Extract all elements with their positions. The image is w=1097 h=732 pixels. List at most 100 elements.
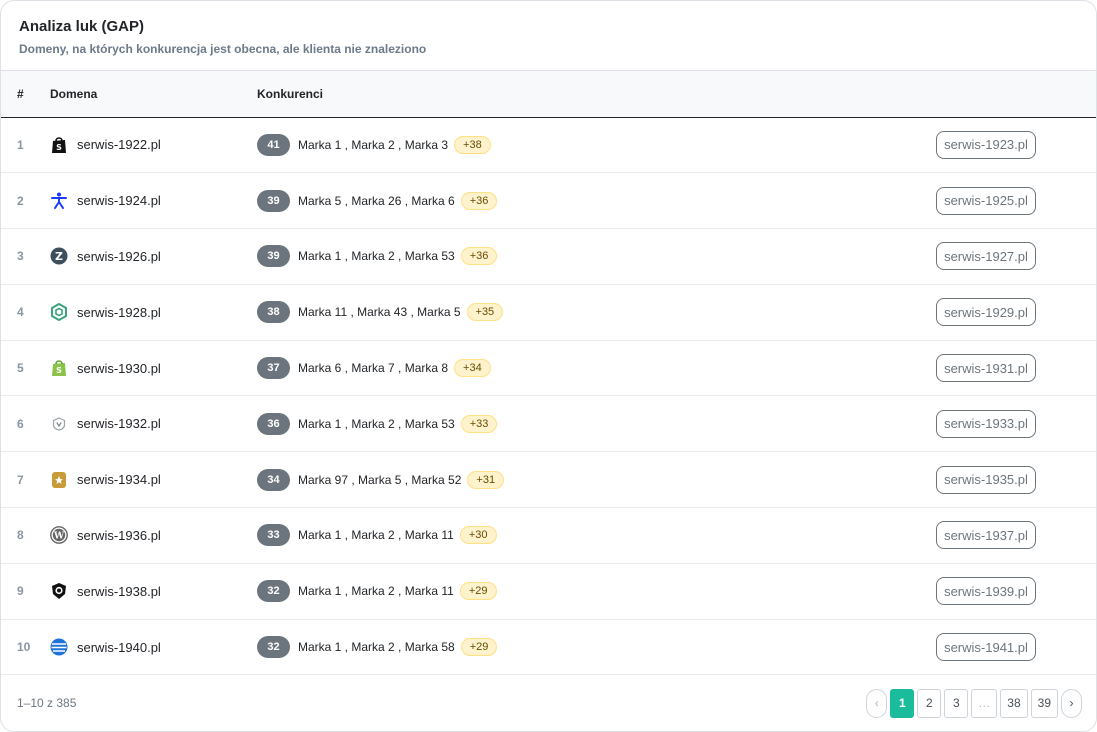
competitors-cell: 38 Marka 11 , Marka 43 , Marka 5 +35	[257, 284, 936, 340]
domain-name: serwis-1930.pl	[77, 360, 161, 376]
gap-analysis-card: Analiza luk (GAP) Domeny, na których kon…	[0, 0, 1097, 732]
competitors-cell: 33 Marka 1 , Marka 2 , Marka 11 +30	[257, 508, 936, 564]
column-header-domain: Domena	[50, 86, 98, 101]
pagination-next-button[interactable]: ›	[1061, 688, 1082, 718]
page-subtitle: Domeny, na których konkurencja jest obec…	[19, 42, 427, 56]
competitor-brands: Marka 1 , Marka 2 , Marka 11	[298, 528, 454, 543]
domain-name: serwis-1924.pl	[77, 193, 161, 209]
domain-cell: serwis-1924.pl	[33, 173, 257, 229]
competitor-brands: Marka 1 , Marka 2 , Marka 53	[298, 416, 455, 431]
table-row: 3 Zserwis-1926.pl 39 Marka 1 , Marka 2 , Ma…	[1, 229, 1096, 285]
domain-cell: serwis-1938.pl	[33, 563, 257, 619]
domain-name: serwis-1936.pl	[77, 527, 161, 543]
competitor-brands: Marka 1 , Marka 2 , Marka 3	[298, 137, 449, 152]
green-hexagon-icon	[50, 303, 68, 322]
domain-link-button[interactable]: serwis-1927.pl	[936, 242, 1036, 271]
competitor-count-badge: 38	[257, 301, 290, 324]
domain-name: serwis-1938.pl	[77, 583, 161, 599]
domain-link-button[interactable]: serwis-1937.pl	[936, 521, 1036, 550]
action-cell: serwis-1937.pl	[936, 508, 1096, 564]
lion-shield-icon	[50, 582, 68, 600]
domain-link-button[interactable]: serwis-1929.pl	[936, 298, 1036, 327]
action-cell: serwis-1931.pl	[936, 340, 1096, 396]
competitor-brands: Marka 5 , Marka 26 , Marka 6	[298, 193, 455, 208]
competitor-count-badge: 33	[257, 524, 290, 547]
pagination-page-1[interactable]: 1	[890, 688, 915, 718]
row-number: 8	[17, 528, 24, 543]
row-number: 7	[17, 472, 24, 487]
competitor-count-badge: 37	[257, 357, 290, 380]
row-number: 2	[17, 193, 24, 208]
column-header-competitors: Konkurenci	[257, 86, 324, 101]
competitors-cell: 39 Marka 1 , Marka 2 , Marka 53 +36	[257, 229, 936, 285]
competitors-cell: 32 Marka 1 , Marka 2 , Marka 58 +29	[257, 619, 936, 675]
table-row: 9 serwis-1938.pl 32 Marka 1 , Marka 2 , Mar…	[1, 563, 1096, 620]
wordpress-icon: W	[50, 526, 68, 545]
column-header-number: #	[17, 86, 24, 101]
svg-text:S: S	[56, 366, 62, 375]
shopify-bag-green-icon: S	[50, 359, 68, 377]
action-cell: serwis-1939.pl	[936, 563, 1096, 619]
row-number: 9	[17, 584, 24, 599]
domain-name: serwis-1932.pl	[77, 416, 161, 432]
pagination-prev-button[interactable]: ‹	[866, 688, 888, 718]
domain-link-button[interactable]: serwis-1941.pl	[936, 633, 1036, 662]
table-row: 5 Sserwis-1930.pl 37 Marka 6 , Marka 7 , Ma…	[1, 340, 1096, 396]
competitor-count-badge: 39	[257, 189, 290, 212]
more-competitors-badge: +33	[460, 414, 498, 433]
competitors-cell: 34 Marka 97 , Marka 5 , Marka 52 +31	[257, 452, 936, 508]
domain-link-button[interactable]: serwis-1931.pl	[936, 354, 1036, 383]
competitor-count-badge: 41	[257, 133, 290, 156]
page-title: Analiza luk (GAP)	[19, 18, 145, 35]
competitors-cell: 39 Marka 5 , Marka 26 , Marka 6 +36	[257, 173, 936, 229]
competitor-brands: Marka 6 , Marka 7 , Marka 8	[298, 361, 449, 376]
action-cell: serwis-1927.pl	[936, 229, 1096, 285]
table-row: 6 serwis-1932.pl 36 Marka 1 , Marka 2 , Mar…	[1, 396, 1096, 452]
domain-link-button[interactable]: serwis-1935.pl	[936, 465, 1036, 494]
row-number: 10	[17, 640, 31, 655]
pagination-ellipsis: …	[971, 688, 998, 718]
domain-cell: Sserwis-1930.pl	[33, 340, 257, 396]
domain-link-button[interactable]: serwis-1939.pl	[936, 577, 1036, 606]
more-competitors-badge: +35	[466, 303, 504, 322]
card-header: Analiza luk (GAP) Domeny, na których kon…	[1, 1, 1096, 71]
competitor-brands: Marka 1 , Marka 2 , Marka 58	[298, 640, 455, 655]
pagination-page-38[interactable]: 38	[1000, 688, 1028, 718]
gap-table: # Domena Konkurenci 1 Sserwis-1922.pl 41 Ma…	[1, 71, 1096, 675]
domain-link-button[interactable]: serwis-1925.pl	[936, 186, 1036, 215]
table-row: 4 serwis-1928.pl 38 Marka 11 , Marka 43 , M…	[1, 284, 1096, 341]
domain-name: serwis-1928.pl	[77, 304, 161, 320]
svg-text:S: S	[56, 143, 62, 152]
action-cell: serwis-1925.pl	[936, 173, 1096, 229]
svg-text:W: W	[53, 532, 65, 542]
competitors-cell: 32 Marka 1 , Marka 2 , Marka 11 +29	[257, 563, 936, 619]
domain-link-button[interactable]: serwis-1923.pl	[936, 130, 1036, 159]
more-competitors-badge: +34	[454, 359, 491, 378]
results-range: 1–10 z 385	[17, 696, 77, 710]
table-row: 1 Sserwis-1922.pl 41 Marka 1 , Marka 2 , Ma…	[1, 117, 1096, 173]
more-competitors-badge: +36	[460, 191, 498, 210]
table-row: 8 Wserwis-1936.pl 33 Marka 1 , Marka 2 , Ma…	[1, 508, 1096, 564]
action-cell: serwis-1929.pl	[936, 284, 1096, 340]
domain-cell: serwis-1934.pl	[33, 452, 257, 508]
domain-cell: serwis-1940.pl	[33, 619, 257, 675]
domain-cell: serwis-1932.pl	[33, 396, 257, 452]
pagination-page-2[interactable]: 2	[917, 688, 942, 718]
domain-name: serwis-1926.pl	[77, 248, 161, 264]
accessibility-person-icon	[50, 192, 68, 210]
gold-badge-icon	[50, 471, 68, 489]
table-footer: 1–10 z 385 ‹ 1 2 3 … 38 39 ›	[1, 674, 1096, 731]
action-cell: serwis-1941.pl	[936, 619, 1096, 675]
domain-link-button[interactable]: serwis-1933.pl	[936, 409, 1036, 438]
row-number: 5	[17, 361, 24, 376]
more-competitors-badge: +31	[467, 470, 505, 489]
pagination-page-39[interactable]: 39	[1030, 688, 1058, 718]
pagination-page-3[interactable]: 3	[944, 688, 969, 718]
competitor-brands: Marka 97 , Marka 5 , Marka 52	[298, 472, 462, 487]
competitor-brands: Marka 1 , Marka 2 , Marka 11	[298, 584, 454, 599]
row-number: 6	[17, 416, 24, 431]
row-number: 1	[17, 137, 24, 152]
more-competitors-badge: +29	[459, 582, 497, 601]
action-cell: serwis-1935.pl	[936, 452, 1096, 508]
domain-cell: serwis-1928.pl	[33, 284, 257, 340]
